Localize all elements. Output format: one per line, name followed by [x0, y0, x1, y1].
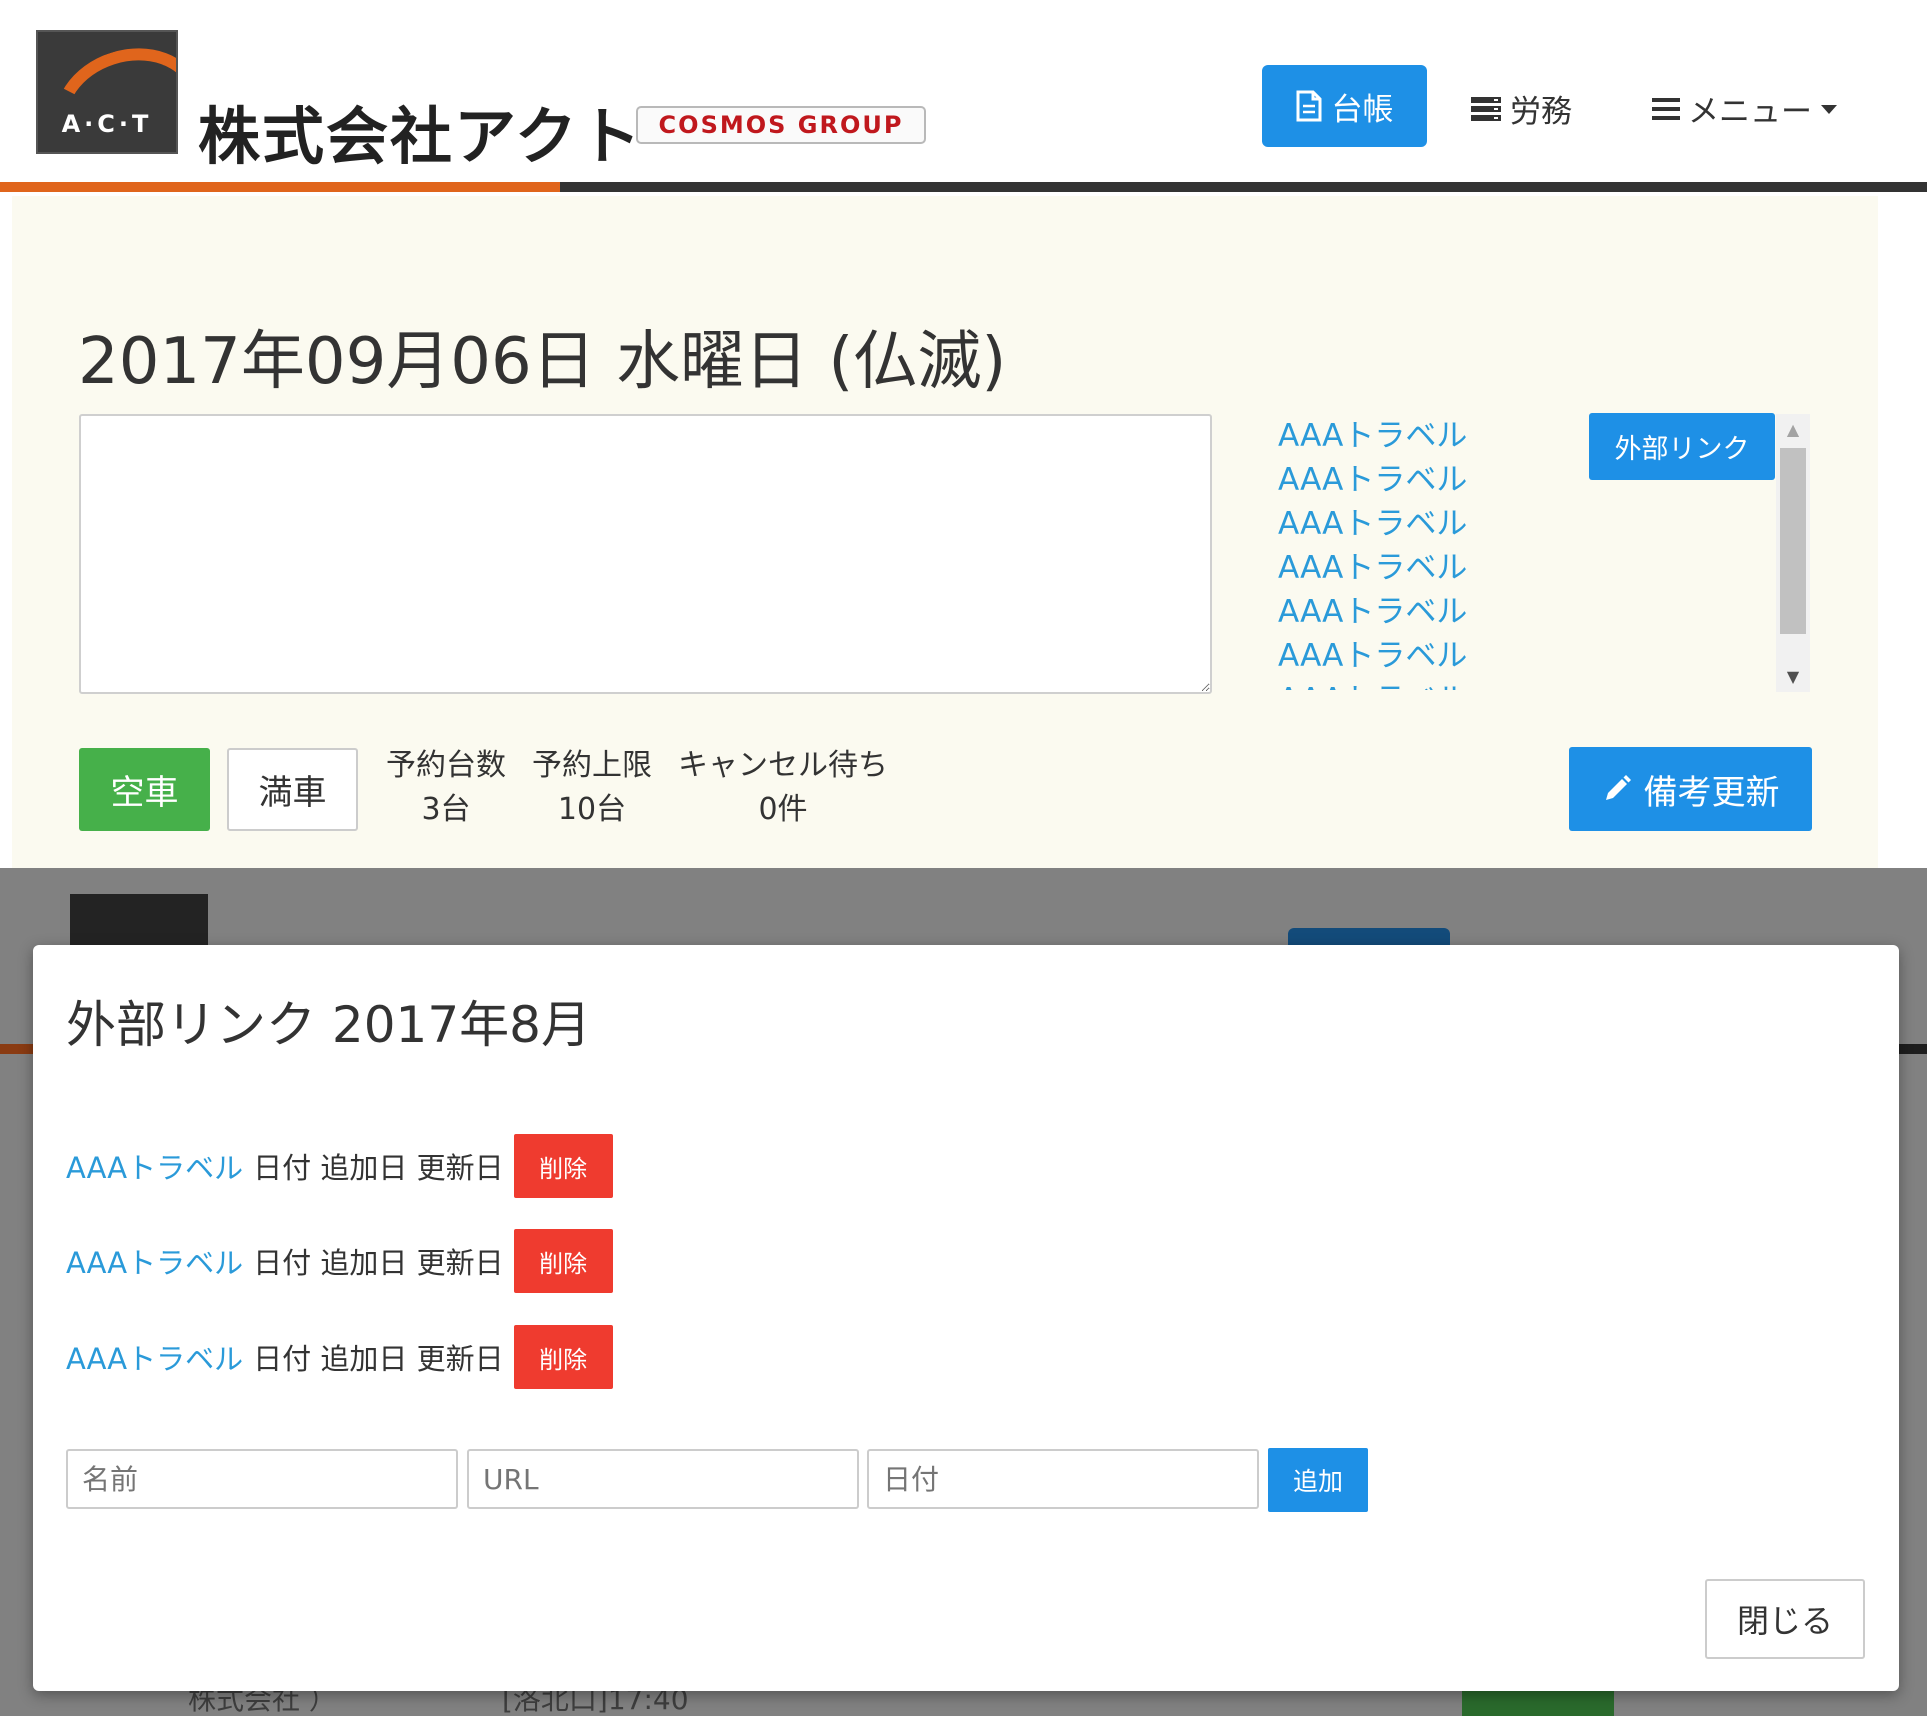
- modal-link-name[interactable]: AAAトラベル: [66, 1336, 243, 1378]
- stat-label: キャンセル待ち: [678, 748, 888, 783]
- header-stripe-orange: [0, 182, 560, 192]
- stat-cancel-wait: キャンセル待ち 0件: [668, 744, 898, 832]
- stat-label: 予約台数: [386, 748, 506, 783]
- scrollbar-thumb[interactable]: [1780, 448, 1806, 634]
- background-stripe-dark: [1896, 1044, 1927, 1054]
- server-icon: [1471, 96, 1501, 121]
- external-link-modal: 外部リンク 2017年8月 AAAトラベル 日付 追加日 更新日 削除 AAAト…: [33, 945, 1899, 1691]
- stat-reservation-limit: 予約上限 10台: [522, 744, 662, 832]
- delete-button[interactable]: 削除: [513, 1134, 613, 1198]
- document-icon: [1296, 90, 1321, 122]
- link-date-input[interactable]: [867, 1449, 1259, 1509]
- external-link-item[interactable]: AAAトラベル: [1278, 634, 1838, 678]
- link-list-scrollbar[interactable]: ▲ ▼: [1776, 414, 1810, 692]
- full-button[interactable]: 満車: [227, 748, 358, 831]
- modal-title: 外部リンク 2017年8月: [66, 996, 591, 1054]
- stat-label: 予約上限: [532, 748, 652, 783]
- memo-textarea[interactable]: [79, 414, 1212, 694]
- close-modal-button[interactable]: 閉じる: [1705, 1579, 1865, 1659]
- link-url-input[interactable]: [467, 1449, 859, 1509]
- modal-link-info: 日付 追加日 更新日: [253, 1342, 504, 1376]
- hamburger-icon: [1652, 97, 1680, 120]
- add-link-button[interactable]: 追加: [1268, 1448, 1368, 1512]
- modal-link-name[interactable]: AAAトラベル: [66, 1240, 243, 1282]
- day-panel: 2017年09月06日 水曜日 (仏滅) AAAトラベル AAAトラベル AAA…: [12, 196, 1878, 870]
- nav-ledger-button[interactable]: 台帳: [1262, 65, 1427, 147]
- act-logo[interactable]: A·C·T: [36, 30, 178, 154]
- header-stripe-dark: [560, 182, 1927, 192]
- delete-button[interactable]: 削除: [513, 1229, 613, 1293]
- external-link-item[interactable]: AAAトラベル: [1278, 590, 1838, 634]
- site-header: A·C·T 株式会社アクト COSMOS GROUP 台帳 労務 メニュー: [0, 0, 1927, 192]
- caret-down-icon: [1821, 104, 1837, 114]
- company-name: 株式会社アクト: [198, 100, 643, 173]
- stat-value: 3台: [421, 792, 471, 827]
- scroll-down-arrow-icon[interactable]: ▼: [1776, 667, 1810, 686]
- stat-value: 10台: [557, 792, 627, 827]
- link-name-input[interactable]: [66, 1449, 458, 1509]
- external-link-item[interactable]: AAAトラベル: [1278, 502, 1838, 546]
- logo-text: A·C·T: [61, 110, 153, 138]
- delete-button[interactable]: 削除: [513, 1325, 613, 1389]
- nav-labor-link[interactable]: 労務: [1470, 86, 1572, 131]
- external-link-item[interactable]: AAAトラベル: [1278, 546, 1838, 590]
- modal-link-name[interactable]: AAAトラベル: [66, 1145, 243, 1187]
- modal-link-info: 日付 追加日 更新日: [253, 1246, 504, 1280]
- update-note-button[interactable]: 備考更新: [1569, 747, 1812, 831]
- update-note-label: 備考更新: [1643, 772, 1780, 813]
- vacant-button[interactable]: 空車: [79, 748, 210, 831]
- modal-link-row: AAAトラベル 日付 追加日 更新日 削除: [66, 1325, 613, 1389]
- external-link-item[interactable]: AAAトラベル: [1278, 678, 1838, 690]
- nav-labor-label: 労務: [1510, 94, 1572, 130]
- modal-link-row: AAAトラベル 日付 追加日 更新日 削除: [66, 1134, 613, 1198]
- modal-link-row: AAAトラベル 日付 追加日 更新日 削除: [66, 1229, 613, 1293]
- group-badge: COSMOS GROUP: [636, 106, 926, 144]
- nav-ledger-label: 台帳: [1331, 91, 1394, 128]
- nav-menu-dropdown[interactable]: メニュー: [1652, 86, 1838, 131]
- stat-reservation-count: 予約台数 3台: [376, 744, 516, 832]
- modal-link-info: 日付 追加日 更新日: [253, 1151, 504, 1185]
- pencil-icon: [1605, 775, 1631, 800]
- nav-menu-label: メニュー: [1688, 94, 1812, 130]
- day-title: 2017年09月06日 水曜日 (仏滅): [78, 325, 1007, 399]
- scroll-up-arrow-icon[interactable]: ▲: [1776, 420, 1810, 439]
- external-link-button[interactable]: 外部リンク: [1589, 413, 1775, 480]
- stat-value: 0件: [758, 792, 808, 827]
